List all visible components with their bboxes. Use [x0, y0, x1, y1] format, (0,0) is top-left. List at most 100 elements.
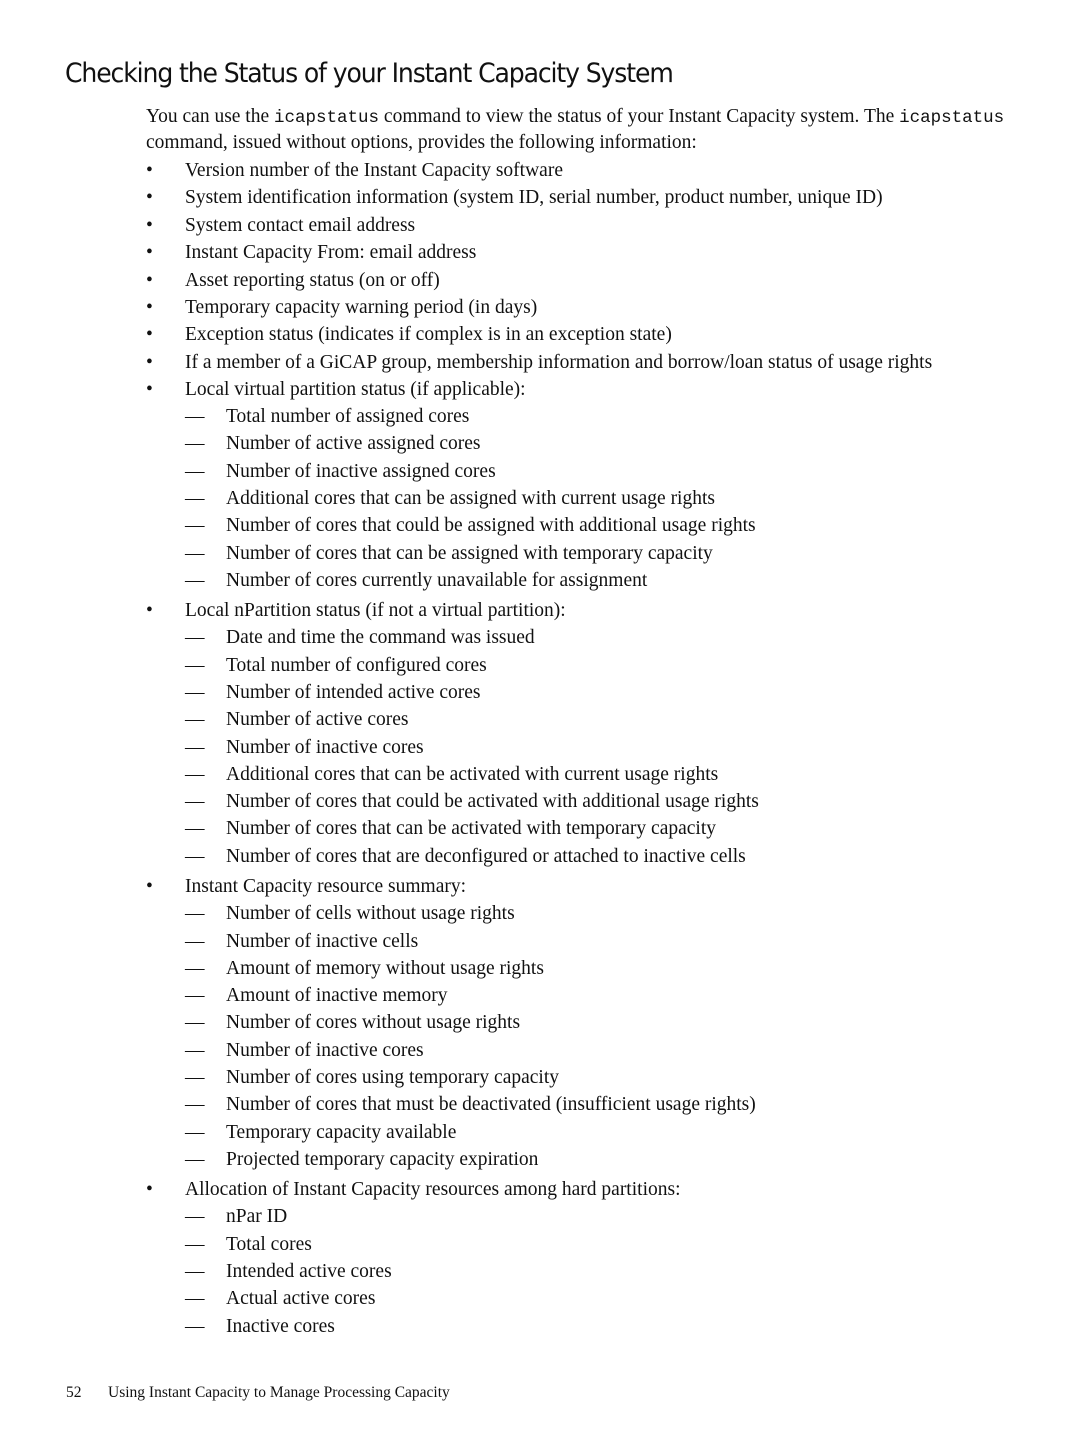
sub-list-item: — Number of inactive cells [185, 930, 996, 954]
sub-list-item: — Number of active assigned cores [185, 432, 996, 456]
list-item: • Asset reporting status (on or off) [146, 269, 996, 293]
dash-icon: — [185, 845, 205, 867]
dash-icon: — [185, 1067, 205, 1089]
dash-icon: — [185, 1012, 205, 1034]
bullet-icon: • [146, 242, 153, 264]
list-item: • Allocation of Instant Capacity resource… [146, 1178, 996, 1338]
list-item-text: Instant Capacity resource summary: [185, 876, 467, 898]
intro-text-1: You can use the [146, 106, 275, 127]
sub-list-item: — Total number of assigned cores [185, 405, 996, 429]
sub-list-item: — Number of cores without usage rights [185, 1011, 996, 1035]
dash-icon: — [185, 1206, 205, 1228]
sub-list-item: — Date and time the command was issued [185, 626, 996, 650]
sub-list-item: — Additional cores that can be assigned w… [185, 487, 996, 511]
sub-list-item-text: Number of cores without usage rights [226, 1012, 521, 1034]
list-item: • Local nPartition status (if not a virtu… [146, 599, 996, 868]
intro-text-2: command to view the status of your Insta… [379, 106, 900, 127]
bullet-icon: • [146, 351, 153, 373]
sub-list-item: — Projected temporary capacity expiration [185, 1148, 996, 1172]
sub-list-item: — Number of inactive cores [185, 736, 996, 760]
chapter-title: Using Instant Capacity to Manage Process… [108, 1384, 450, 1401]
list-item-text: Asset reporting status (on or off) [185, 269, 440, 291]
sub-list-item: — Amount of memory without usage rights [185, 957, 996, 981]
list-item: • System identification information (syst… [146, 186, 996, 210]
list-item: • Temporary capacity warning period (in d… [146, 296, 996, 320]
sub-list-item-text: Additional cores that can be activated w… [226, 763, 719, 785]
dash-icon: — [185, 818, 205, 840]
dash-icon: — [185, 1315, 205, 1337]
sub-list-item-text: Number of active cores [226, 709, 409, 731]
dash-icon: — [185, 433, 205, 455]
sub-list: — nPar ID — Total cores — Intended active cor… [185, 1205, 996, 1338]
sub-list-item-text: Projected temporary capacity expiration [226, 1148, 539, 1170]
dash-icon: — [185, 460, 205, 482]
sub-list-item-text: Number of cores that can be assigned wit… [226, 542, 713, 564]
dash-icon: — [185, 1261, 205, 1283]
intro-paragraph: You can use the icapstatus command to vi… [146, 105, 1006, 154]
sub-list-item-text: Number of inactive cores [226, 1039, 424, 1061]
sub-list-item: — Number of active cores [185, 708, 996, 732]
document-page: Checking the Status of your Instant Capa… [0, 0, 1080, 1438]
sub-list-item: — Amount of inactive memory [185, 984, 996, 1008]
list-item: • Instant Capacity resource summary: — Numb… [146, 875, 996, 1171]
sub-list-item: — Inactive cores [185, 1315, 996, 1339]
sub-list-item-text: Number of cells without usage rights [226, 903, 515, 925]
dash-icon: — [185, 406, 205, 428]
sub-list-item-text: Number of inactive assigned cores [226, 460, 496, 482]
sub-list-item: — Number of inactive cores [185, 1039, 996, 1063]
sub-list-item-text: Additional cores that can be assigned wi… [226, 488, 715, 510]
dash-icon: — [185, 903, 205, 925]
dash-icon: — [185, 627, 205, 649]
list-item-text: Local virtual partition status (if appli… [185, 379, 526, 401]
sub-list-item: — Number of cores that can be assigned wi… [185, 542, 996, 566]
sub-list-item-text: Number of active assigned cores [226, 433, 481, 455]
sub-list-item-text: Number of cores using temporary capacity [226, 1067, 560, 1089]
sub-list-item-text: Number of inactive cells [226, 930, 419, 952]
sub-list-item: — Intended active cores [185, 1260, 996, 1284]
dash-icon: — [185, 1288, 205, 1310]
dash-icon: — [185, 763, 205, 785]
sub-list-item-text: Total number of assigned cores [226, 406, 470, 428]
page-footer: 52 Using Instant Capacity to Manage Proce… [66, 1384, 450, 1402]
bullet-icon: • [146, 876, 153, 898]
dash-icon: — [185, 488, 205, 510]
sub-list-item: — Number of intended active cores [185, 681, 996, 705]
bullet-icon: • [146, 214, 153, 236]
sub-list-item-text: Total cores [226, 1233, 312, 1255]
sub-list-item-text: Intended active cores [226, 1261, 392, 1283]
list-item-text: System identification information (syste… [185, 187, 883, 209]
dash-icon: — [185, 682, 205, 703]
dash-icon: — [185, 1039, 205, 1061]
bullet-icon: • [146, 1179, 153, 1201]
list-item-text: Local nPartition status (if not a virtua… [185, 600, 566, 622]
sub-list: — Date and time the command was issued — To… [185, 626, 996, 868]
sub-list-item-text: Amount of inactive memory [226, 985, 448, 1007]
bullet-icon: • [146, 187, 153, 209]
sub-list-item: — Number of cores that can be activated w… [185, 817, 996, 841]
list-item: • Version number of the Instant Capacity … [146, 159, 996, 183]
dash-icon: — [185, 1233, 205, 1255]
sub-list-item-text: Number of cores that could be activated … [226, 791, 759, 813]
list-item-text: If a member of a GiCAP group, membership… [185, 351, 933, 373]
sub-list: — Total number of assigned cores — Number o… [185, 405, 996, 592]
list-item: • If a member of a GiCAP group, membershi… [146, 351, 996, 375]
dash-icon: — [185, 1094, 205, 1116]
sub-list-item: — Additional cores that can be activated … [185, 763, 996, 787]
dash-icon: — [185, 736, 205, 758]
dash-icon: — [185, 957, 205, 979]
dash-icon: — [185, 542, 205, 564]
dash-icon: — [185, 791, 205, 813]
bullet-icon: • [146, 379, 153, 401]
list-item-text: Exception status (indicates if complex i… [185, 324, 672, 346]
bullet-icon: • [146, 160, 153, 181]
sub-list-item: — Number of cores that could be assigned … [185, 514, 996, 538]
sub-list-item: — Number of cores that are deconfigured o… [185, 845, 996, 869]
sub-list-item: — Total cores [185, 1233, 996, 1257]
sub-list-item: — Actual active cores [185, 1287, 996, 1311]
section-heading: Checking the Status of your Instant Capa… [65, 58, 674, 89]
list-item-text: System contact email address [185, 214, 416, 236]
sub-list-item: — nPar ID [185, 1205, 996, 1229]
sub-list-item-text: Total number of configured cores [226, 654, 487, 676]
list-item-text: Instant Capacity From: email address [185, 242, 477, 264]
sub-list-item-text: Date and time the command was issued [226, 627, 535, 649]
